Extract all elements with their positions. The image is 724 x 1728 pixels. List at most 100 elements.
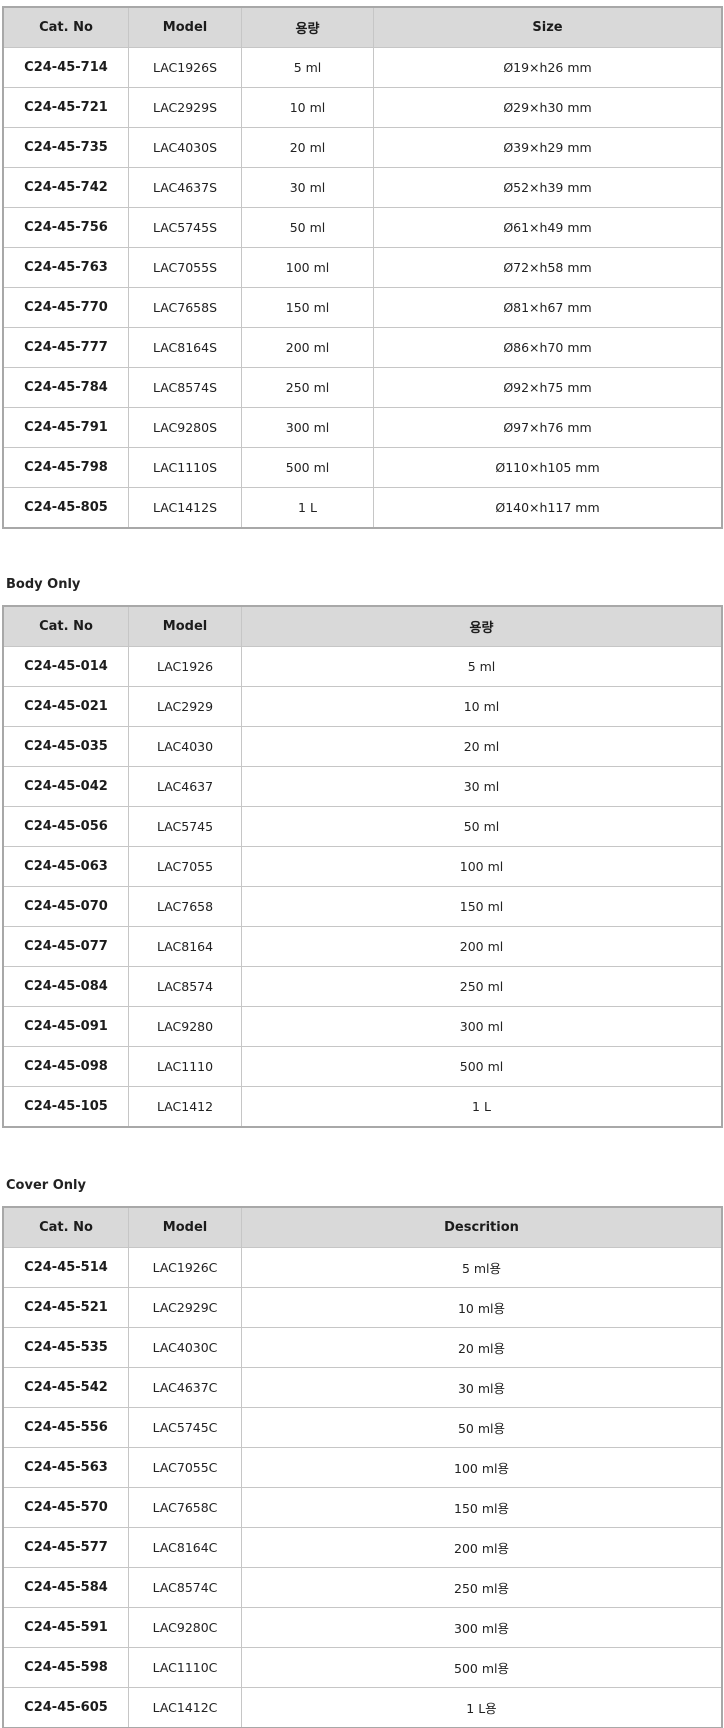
capacity-cell: 20 ml <box>241 726 722 767</box>
cat-no-cell: C24-45-521 <box>3 1287 129 1328</box>
model-cell: LAC7658C <box>128 1487 242 1528</box>
full-set-table-header: Cat. No Model 용량 Size <box>3 7 722 48</box>
model-cell: LAC5745 <box>128 806 242 847</box>
column-header-model: Model <box>128 7 242 48</box>
model-cell: LAC7055 <box>128 846 242 887</box>
cat-no-cell: C24-45-598 <box>3 1647 129 1688</box>
description-cell: 20 ml용 <box>241 1327 722 1368</box>
cat-no-cell: C24-45-084 <box>3 966 129 1007</box>
table-row: C24-45-042 LAC4637 30 ml <box>3 766 722 807</box>
model-cell: LAC1926C <box>128 1247 242 1288</box>
table-row: C24-45-556 LAC5745C 50 ml용 <box>3 1407 722 1448</box>
body-only-table-header: Cat. No Model 용량 <box>3 606 722 647</box>
table-row: C24-45-784 LAC8574S 250 ml Ø92×h75 mm <box>3 367 722 408</box>
capacity-cell: 50 ml <box>241 207 374 248</box>
table-row: C24-45-056 LAC5745 50 ml <box>3 806 722 847</box>
table-row: C24-45-077 LAC8164 200 ml <box>3 926 722 967</box>
table-row: C24-45-721 LAC2929S 10 ml Ø29×h30 mm <box>3 87 722 128</box>
description-cell: 250 ml용 <box>241 1567 722 1608</box>
description-cell: 500 ml용 <box>241 1647 722 1688</box>
model-cell: LAC1412C <box>128 1687 242 1728</box>
table-row: C24-45-777 LAC8164S 200 ml Ø86×h70 mm <box>3 327 722 368</box>
model-cell: LAC8164S <box>128 327 242 368</box>
capacity-cell: 20 ml <box>241 127 374 168</box>
body-only-table-body: C24-45-014 LAC1926 5 ml C24-45-021 LAC2929 10… <box>3 646 722 1127</box>
cat-no-cell: C24-45-542 <box>3 1367 129 1408</box>
table-row: C24-45-798 LAC1110S 500 ml Ø110×h105 mm <box>3 447 722 488</box>
table-row: C24-45-584 LAC8574C 250 ml용 <box>3 1567 722 1608</box>
column-header-size: Size <box>373 7 722 48</box>
table-row: C24-45-063 LAC7055 100 ml <box>3 846 722 887</box>
model-cell: LAC1412S <box>128 487 242 528</box>
model-cell: LAC7055S <box>128 247 242 288</box>
cat-no-cell: C24-45-105 <box>3 1086 129 1127</box>
size-cell: Ø19×h26 mm <box>373 47 722 88</box>
cat-no-cell: C24-45-777 <box>3 327 129 368</box>
model-cell: LAC9280S <box>128 407 242 448</box>
cover-only-table: Cat. No Model Descrition C24-45-514 LAC1926… <box>2 1206 723 1728</box>
capacity-cell: 10 ml <box>241 87 374 128</box>
size-cell: Ø110×h105 mm <box>373 447 722 488</box>
model-cell: LAC4030 <box>128 726 242 767</box>
column-header-cat-no: Cat. No <box>3 7 129 48</box>
cat-no-cell: C24-45-577 <box>3 1527 129 1568</box>
table-row: C24-45-563 LAC7055C 100 ml용 <box>3 1447 722 1488</box>
table-row: C24-45-091 LAC9280 300 ml <box>3 1006 722 1047</box>
size-cell: Ø86×h70 mm <box>373 327 722 368</box>
model-cell: LAC4030C <box>128 1327 242 1368</box>
table-row: C24-45-591 LAC9280C 300 ml용 <box>3 1607 722 1648</box>
cover-only-table-header: Cat. No Model Descrition <box>3 1207 722 1248</box>
cat-no-cell: C24-45-514 <box>3 1247 129 1288</box>
model-cell: LAC1926 <box>128 646 242 687</box>
table-row: C24-45-570 LAC7658C 150 ml용 <box>3 1487 722 1528</box>
capacity-cell: 200 ml <box>241 327 374 368</box>
column-header-cat-no: Cat. No <box>3 606 129 647</box>
model-cell: LAC5745S <box>128 207 242 248</box>
table-row: C24-45-035 LAC4030 20 ml <box>3 726 722 767</box>
size-cell: Ø29×h30 mm <box>373 87 722 128</box>
size-cell: Ø39×h29 mm <box>373 127 722 168</box>
capacity-cell: 250 ml <box>241 367 374 408</box>
column-header-model: Model <box>128 606 242 647</box>
cat-no-cell: C24-45-021 <box>3 686 129 727</box>
table-row: C24-45-763 LAC7055S 100 ml Ø72×h58 mm <box>3 247 722 288</box>
description-cell: 30 ml용 <box>241 1367 722 1408</box>
description-cell: 10 ml용 <box>241 1287 722 1328</box>
table-row: C24-45-742 LAC4637S 30 ml Ø52×h39 mm <box>3 167 722 208</box>
description-cell: 50 ml용 <box>241 1407 722 1448</box>
size-cell: Ø97×h76 mm <box>373 407 722 448</box>
table-row: C24-45-735 LAC4030S 20 ml Ø39×h29 mm <box>3 127 722 168</box>
table-row: C24-45-014 LAC1926 5 ml <box>3 646 722 687</box>
capacity-cell: 100 ml <box>241 247 374 288</box>
capacity-cell: 50 ml <box>241 806 722 847</box>
cat-no-cell: C24-45-570 <box>3 1487 129 1528</box>
capacity-cell: 200 ml <box>241 926 722 967</box>
model-cell: LAC7055C <box>128 1447 242 1488</box>
cat-no-cell: C24-45-770 <box>3 287 129 328</box>
cat-no-cell: C24-45-070 <box>3 886 129 927</box>
model-cell: LAC8574S <box>128 367 242 408</box>
capacity-cell: 100 ml <box>241 846 722 887</box>
capacity-cell: 30 ml <box>241 167 374 208</box>
capacity-cell: 150 ml <box>241 287 374 328</box>
capacity-cell: 1 L <box>241 1086 722 1127</box>
capacity-cell: 500 ml <box>241 447 374 488</box>
cat-no-cell: C24-45-014 <box>3 646 129 687</box>
size-cell: Ø52×h39 mm <box>373 167 722 208</box>
table-row: C24-45-084 LAC8574 250 ml <box>3 966 722 1007</box>
model-cell: LAC8164 <box>128 926 242 967</box>
model-cell: LAC1110S <box>128 447 242 488</box>
cat-no-cell: C24-45-784 <box>3 367 129 408</box>
header-row: Cat. No Model 용량 Size <box>3 7 722 48</box>
capacity-cell: 150 ml <box>241 886 722 927</box>
capacity-cell: 30 ml <box>241 766 722 807</box>
table-row: C24-45-577 LAC8164C 200 ml용 <box>3 1527 722 1568</box>
table-row: C24-45-805 LAC1412S 1 L Ø140×h117 mm <box>3 487 722 528</box>
table-row: C24-45-770 LAC7658S 150 ml Ø81×h67 mm <box>3 287 722 328</box>
cat-no-cell: C24-45-042 <box>3 766 129 807</box>
table-row: C24-45-021 LAC2929 10 ml <box>3 686 722 727</box>
capacity-cell: 500 ml <box>241 1046 722 1087</box>
cat-no-cell: C24-45-056 <box>3 806 129 847</box>
description-cell: 200 ml용 <box>241 1527 722 1568</box>
cat-no-cell: C24-45-791 <box>3 407 129 448</box>
